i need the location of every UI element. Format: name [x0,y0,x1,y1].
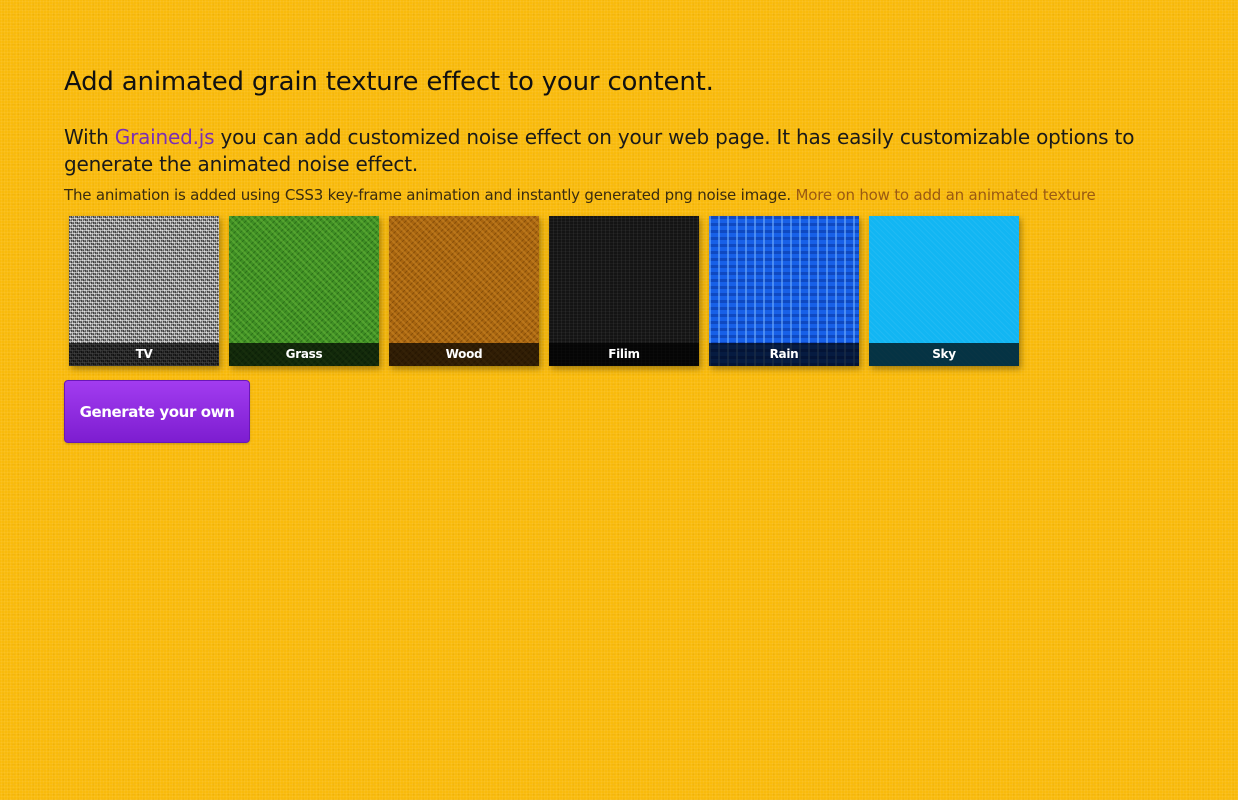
preset-wood-label: Wood [389,343,539,366]
preset-grass-label: Grass [229,343,379,366]
preset-gallery: TV Grass Wood Filim Rain Sky [69,216,1214,366]
preset-rain-label: Rain [709,343,859,366]
preset-filim-tile[interactable]: Filim [549,216,699,366]
preset-rain-tile[interactable]: Rain [709,216,859,366]
grained-js-link[interactable]: Grained.js [115,125,215,149]
note-paragraph: The animation is added using CSS3 key-fr… [64,184,1214,206]
preset-tv-tile[interactable]: TV [69,216,219,366]
preset-sky-tile[interactable]: Sky [869,216,1019,366]
preset-grass-tile[interactable]: Grass [229,216,379,366]
intro-suffix: you can add customized noise effect on y… [64,125,1135,176]
generate-your-own-button[interactable]: Generate your own [64,380,250,443]
intro-prefix: With [64,125,115,149]
note-text: The animation is added using CSS3 key-fr… [64,186,796,204]
preset-filim-label: Filim [549,343,699,366]
preset-tv-label: TV [69,343,219,366]
preset-sky-label: Sky [869,343,1019,366]
preset-wood-tile[interactable]: Wood [389,216,539,366]
intro-paragraph: With Grained.js you can add customized n… [64,124,1214,178]
more-info-link[interactable]: More on how to add an animated texture [796,186,1096,204]
main-content: Add animated grain texture effect to you… [64,64,1214,443]
page-headline: Add animated grain texture effect to you… [64,67,714,97]
